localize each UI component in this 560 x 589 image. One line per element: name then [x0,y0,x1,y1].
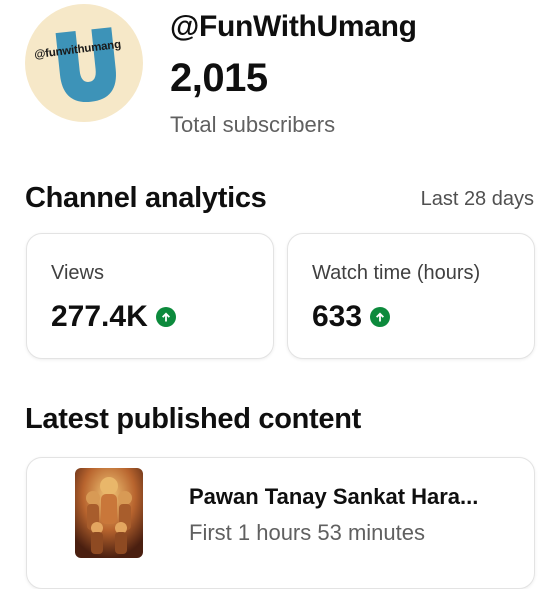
channel-handle[interactable]: @FunWithUmang [170,10,417,44]
watch-time-value: 633 [312,300,363,333]
subscriber-label: Total subscribers [170,112,336,137]
video-subtitle: First 1 hours 53 minutes [189,520,425,545]
watch-time-value-row: 633 [312,300,391,334]
arrow-up-icon [370,307,391,327]
views-label: Views [51,262,104,284]
watch-time-card[interactable]: Watch time (hours) 633 [287,233,535,359]
u-logo-icon [55,27,116,103]
views-value: 277.4K [51,300,148,333]
subscriber-count: 2,015 [170,56,268,100]
analytics-title: Channel analytics [25,182,267,214]
views-value-row: 277.4K [51,300,176,334]
arrow-up-icon [155,307,176,327]
latest-video-card[interactable]: Pawan Tanay Sankat Hara... First 1 hours… [26,457,535,589]
video-title[interactable]: Pawan Tanay Sankat Hara... [189,484,478,510]
channel-avatar[interactable]: @funwithumang [25,4,143,122]
video-thumbnail[interactable] [75,468,143,558]
watch-time-label: Watch time (hours) [312,262,481,284]
views-card[interactable]: Views 277.4K [26,233,274,359]
period-label: Last 28 days [420,188,534,210]
latest-content-title: Latest published content [25,403,361,435]
